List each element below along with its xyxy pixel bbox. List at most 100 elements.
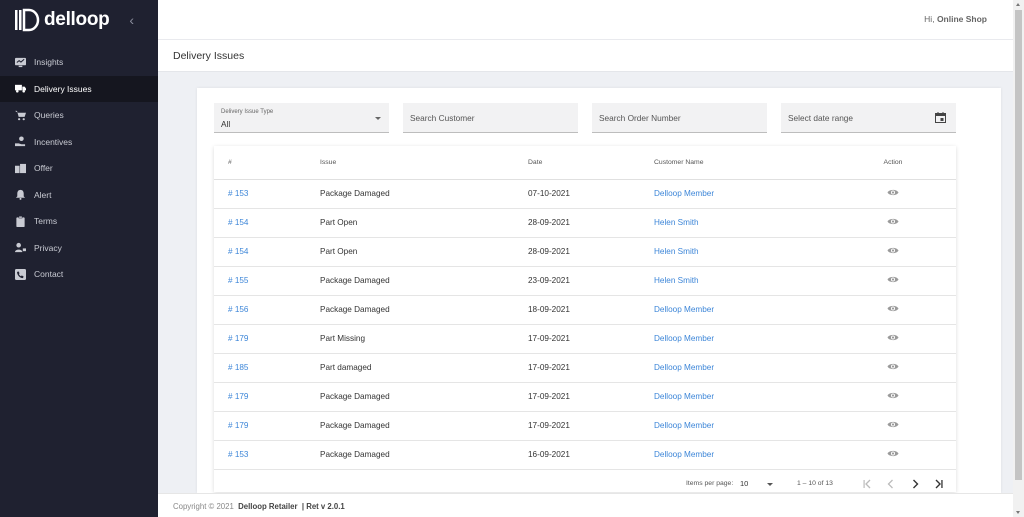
user-lock-icon: [14, 242, 26, 254]
customer-name-link[interactable]: Delloop Member: [654, 334, 714, 343]
delloop-logo-icon[interactable]: [14, 8, 41, 32]
view-eye-icon[interactable]: [887, 362, 899, 371]
scrollbar-thumb[interactable]: [1015, 10, 1022, 480]
order-id-link[interactable]: # 179: [228, 392, 249, 401]
sidebar: delloop ‹ Insights Delivery Issues Queri…: [0, 0, 158, 517]
sidebar-item-incentives[interactable]: Incentives: [0, 129, 158, 156]
order-id-link[interactable]: # 179: [228, 334, 249, 343]
order-id-link[interactable]: # 179: [228, 421, 249, 430]
insights-icon: [14, 56, 26, 68]
page-size-chevron-icon[interactable]: [767, 483, 773, 486]
order-id-link[interactable]: # 153: [228, 189, 249, 198]
paginator: Items per page: 10 1 – 10 of 13: [214, 476, 956, 492]
calendar-icon[interactable]: [935, 112, 946, 123]
scroll-up-arrow-icon[interactable]: [1016, 3, 1020, 6]
view-eye-icon[interactable]: [887, 217, 899, 226]
view-eye-icon[interactable]: [887, 275, 899, 284]
page-range-label: 1 – 10 of 13: [797, 480, 833, 487]
customer-name-link[interactable]: Delloop Member: [654, 363, 714, 372]
issues-table-container: # Issue Date Customer Name Action # 153 P…: [214, 146, 956, 492]
order-id-link[interactable]: # 154: [228, 247, 249, 256]
date-cell: 28-09-2021: [514, 208, 640, 238]
sidebar-item-contact[interactable]: Contact: [0, 261, 158, 288]
customer-name-link[interactable]: Delloop Member: [654, 392, 714, 401]
table-row[interactable]: # 155 Package Damaged 23-09-2021 Helen Smit…: [214, 266, 956, 296]
column-header-customer[interactable]: Customer Name: [640, 146, 830, 180]
sidebar-item-label: Offer: [34, 163, 53, 174]
issues-table: # Issue Date Customer Name Action # 153 P…: [214, 146, 956, 470]
sidebar-item-queries[interactable]: Queries: [0, 102, 158, 129]
sidebar-item-label: Privacy: [34, 242, 62, 253]
customer-name-link[interactable]: Helen Smith: [654, 218, 699, 227]
column-header-action: Action: [830, 146, 956, 180]
footer: Copyright © 2021 Delloop Retailer | Ret …: [158, 493, 1013, 517]
table-row[interactable]: # 153 Package Damaged 07-10-2021 Delloop Me…: [214, 179, 956, 209]
date-cell: 17-09-2021: [514, 353, 640, 383]
bell-icon: [14, 189, 26, 201]
collapse-sidebar-icon[interactable]: ‹: [129, 12, 134, 28]
building-icon: [14, 162, 26, 174]
column-header-date[interactable]: Date: [514, 146, 640, 180]
customer-name-link[interactable]: Delloop Member: [654, 305, 714, 314]
table-row[interactable]: # 185 Part damaged 17-09-2021 Delloop Membe…: [214, 353, 956, 383]
last-page-button[interactable]: [932, 477, 946, 491]
table-row[interactable]: # 154 Part Open 28-09-2021 Helen Smith: [214, 208, 956, 238]
column-header-issue[interactable]: Issue: [306, 146, 514, 180]
view-eye-icon[interactable]: [887, 304, 899, 313]
table-row[interactable]: # 153 Package Damaged 16-09-2021 Delloop Me…: [214, 440, 956, 470]
customer-name-link[interactable]: Delloop Member: [654, 421, 714, 430]
date-range-input[interactable]: Select date range: [781, 103, 956, 133]
sidebar-item-terms[interactable]: Terms: [0, 208, 158, 235]
view-eye-icon[interactable]: [887, 188, 899, 197]
page-size-select[interactable]: 10: [740, 479, 748, 488]
column-header-id[interactable]: #: [214, 146, 306, 180]
table-row[interactable]: # 179 Part Missing 17-09-2021 Delloop Membe…: [214, 324, 956, 354]
view-eye-icon[interactable]: [887, 246, 899, 255]
order-id-link[interactable]: # 153: [228, 450, 249, 459]
next-page-button[interactable]: [908, 477, 922, 491]
table-row[interactable]: # 156 Package Damaged 18-09-2021 Delloop Me…: [214, 295, 956, 325]
customer-name-link[interactable]: Helen Smith: [654, 276, 699, 285]
view-eye-icon[interactable]: [887, 391, 899, 400]
sidebar-item-alert[interactable]: Alert: [0, 182, 158, 209]
order-id-link[interactable]: # 155: [228, 276, 249, 285]
user-greeting[interactable]: Hi, Online Shop: [924, 14, 987, 24]
customer-name-link[interactable]: Delloop Member: [654, 189, 714, 198]
sidebar-item-privacy[interactable]: Privacy: [0, 235, 158, 262]
sidebar-item-delivery-issues[interactable]: Delivery Issues: [0, 75, 158, 102]
truck-icon: [14, 83, 26, 95]
table-row[interactable]: # 179 Package Damaged 17-09-2021 Delloop Me…: [214, 382, 956, 412]
page-scrollbar[interactable]: [1013, 0, 1024, 517]
issue-cell: Package Damaged: [306, 295, 514, 325]
chevron-left-icon: [887, 479, 893, 489]
sidebar-item-insights[interactable]: Insights: [0, 49, 158, 76]
view-eye-icon[interactable]: [887, 333, 899, 342]
delivery-issues-card: Delivery Issue Type All Search Customer …: [197, 88, 1001, 493]
view-eye-icon[interactable]: [887, 449, 899, 458]
search-order-input[interactable]: Search Order Number: [592, 103, 767, 133]
table-row[interactable]: # 154 Part Open 28-09-2021 Helen Smith: [214, 237, 956, 267]
last-page-icon: [935, 479, 943, 489]
brand-name[interactable]: delloop: [44, 9, 110, 31]
previous-page-button[interactable]: [884, 477, 898, 491]
table-row[interactable]: # 179 Package Damaged 17-09-2021 Delloop Me…: [214, 411, 956, 441]
items-per-page-label: Items per page:: [686, 480, 734, 487]
customer-name-link[interactable]: Delloop Member: [654, 450, 714, 459]
search-customer-input[interactable]: Search Customer: [403, 103, 578, 133]
issue-type-select[interactable]: Delivery Issue Type All: [214, 103, 389, 133]
sidebar-item-offer[interactable]: Offer: [0, 155, 158, 182]
order-id-link[interactable]: # 185: [228, 363, 249, 372]
order-id-link[interactable]: # 154: [228, 218, 249, 227]
issue-cell: Package Damaged: [306, 266, 514, 296]
sidebar-item-label: Queries: [34, 110, 64, 121]
issue-cell: Part Missing: [306, 324, 514, 354]
order-id-link[interactable]: # 156: [228, 305, 249, 314]
table-body: # 153 Package Damaged 07-10-2021 Delloop Me…: [214, 179, 956, 470]
footer-text: Copyright © 2021 Delloop Retailer | Ret …: [173, 502, 345, 511]
customer-name-link[interactable]: Helen Smith: [654, 247, 699, 256]
scroll-down-arrow-icon[interactable]: [1016, 511, 1020, 514]
view-eye-icon[interactable]: [887, 420, 899, 429]
copyright-text: Copyright © 2021: [173, 502, 234, 511]
sidebar-nav: Insights Delivery Issues Queries Incenti…: [0, 49, 158, 288]
first-page-button[interactable]: [860, 477, 874, 491]
